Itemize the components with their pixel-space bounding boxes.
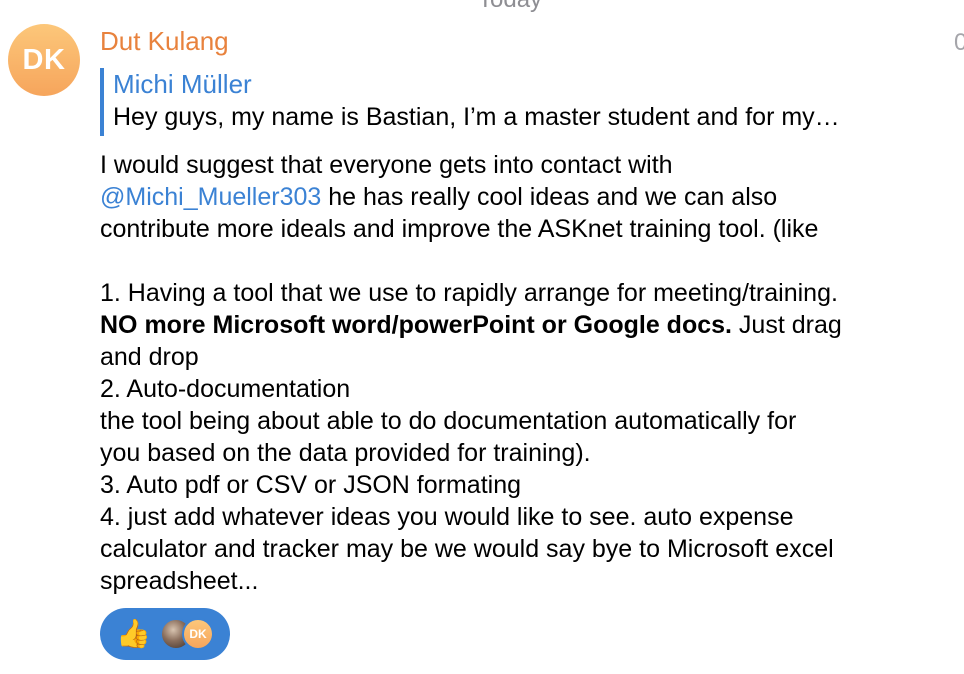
avatar-initials: DK bbox=[22, 43, 66, 76]
message-line: 1. Having a tool that we use to rapidly … bbox=[100, 279, 838, 307]
message-line: and drop bbox=[100, 343, 199, 371]
sender-avatar[interactable]: DK bbox=[8, 24, 80, 96]
message-line: 4. just add whatever ideas you would lik… bbox=[100, 503, 794, 531]
message-line: the tool being about able to do document… bbox=[100, 407, 797, 435]
reactor-avatars: DK bbox=[160, 618, 216, 650]
reply-quote[interactable]: Michi Müller Hey guys, my name is Bastia… bbox=[100, 68, 900, 136]
message-line: calculator and tracker may be we would s… bbox=[100, 535, 834, 563]
bold-text: NO more Microsoft word/powerPoint or Goo… bbox=[100, 311, 732, 339]
reaction-button[interactable]: 👍 DK bbox=[100, 608, 230, 660]
message-text: Just drag bbox=[731, 311, 842, 339]
message-line: NO more Microsoft word/powerPoint or Goo… bbox=[100, 309, 920, 341]
reactor-avatar: DK bbox=[182, 618, 214, 650]
user-mention-link[interactable]: @Michi_Mueller303 bbox=[100, 183, 321, 211]
message-line: spreadsheet... bbox=[100, 567, 259, 595]
message-time: 0 bbox=[954, 29, 964, 56]
sender-name[interactable]: Dut Kulang bbox=[100, 26, 229, 57]
reply-text: Hey guys, my name is Bastian, I’m a mast… bbox=[113, 103, 840, 131]
chat-screen: Today DK Dut Kulang 0 Michi Müller Hey g… bbox=[0, 0, 964, 674]
message-line: 3. Auto pdf or CSV or JSON formating bbox=[100, 471, 522, 499]
message-line: contribute more ideals and improve the A… bbox=[100, 215, 819, 243]
message-text: he has really cool ideas and we can also bbox=[321, 183, 778, 211]
reply-author: Michi Müller bbox=[113, 69, 252, 99]
message-line: @Michi_Mueller303 he has really cool ide… bbox=[100, 181, 920, 213]
reactor-initials: DK bbox=[189, 627, 207, 641]
message-line: 2. Auto-documentation bbox=[100, 375, 351, 403]
thumbs-up-icon: 👍 bbox=[116, 618, 151, 649]
message-line: I would suggest that everyone gets into … bbox=[100, 151, 673, 179]
date-divider: Today bbox=[478, 0, 542, 14]
message-body: I would suggest that everyone gets into … bbox=[100, 149, 920, 597]
message-line: you based on the data provided for train… bbox=[100, 439, 591, 467]
